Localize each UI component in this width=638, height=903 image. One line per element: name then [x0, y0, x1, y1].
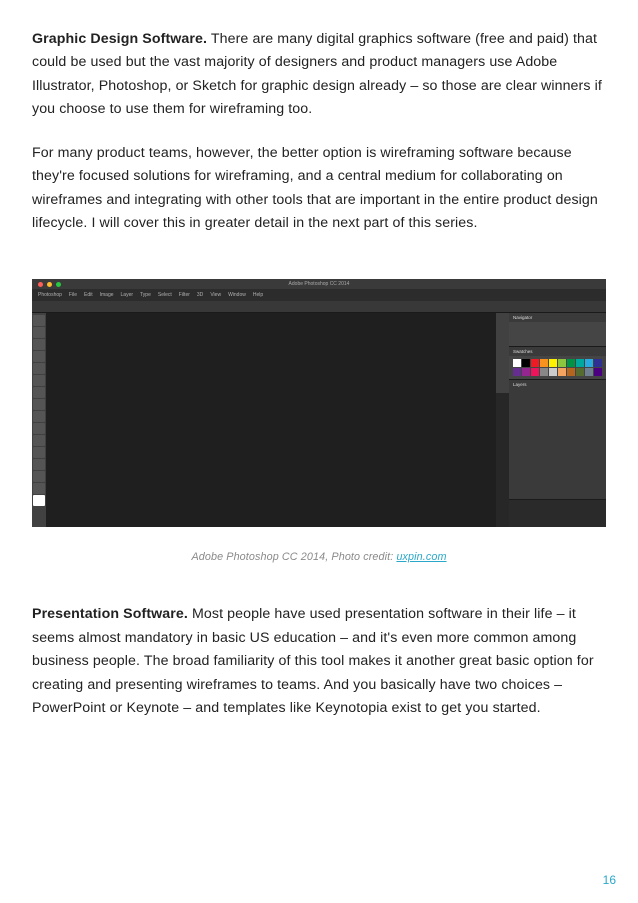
- eraser-tool-icon: [33, 411, 45, 422]
- swatch-icon: [576, 368, 584, 376]
- swatch-icon: [513, 359, 521, 367]
- swatch-icon: [558, 359, 566, 367]
- lasso-tool-icon: [33, 339, 45, 350]
- mac-close-icon: [38, 282, 43, 287]
- zoom-tool-icon: [33, 483, 45, 494]
- menu-item: Help: [253, 292, 263, 298]
- swatch-icon: [513, 368, 521, 376]
- layers-panel: Layers: [509, 380, 606, 500]
- paragraph-presentation-software: Presentation Software. Most people have …: [32, 603, 606, 720]
- navigator-panel: Navigator: [509, 313, 606, 347]
- swatch-icon: [567, 368, 575, 376]
- swatch-icon: [540, 368, 548, 376]
- lead-graphic-design: Graphic Design Software.: [32, 31, 207, 47]
- layers-panel-header: Layers: [509, 380, 606, 389]
- navigator-panel-body: [509, 322, 606, 346]
- caption-text: Adobe Photoshop CC 2014, Photo credit:: [191, 551, 396, 563]
- swatch-icon: [522, 359, 530, 367]
- menu-item: 3D: [197, 292, 203, 298]
- navigator-panel-header: Navigator: [509, 313, 606, 322]
- swatch-icon: [576, 359, 584, 367]
- swatch-icon: [531, 368, 539, 376]
- body-presentation: Most people have used presentation softw…: [32, 606, 594, 716]
- swatch-icon: [585, 368, 593, 376]
- mac-minimize-icon: [47, 282, 52, 287]
- options-bar: [32, 301, 606, 313]
- wand-tool-icon: [33, 351, 45, 362]
- right-panel-column: Navigator Swatches Layers: [509, 313, 606, 527]
- move-tool-icon: [33, 315, 45, 326]
- swatch-icon: [585, 359, 593, 367]
- swatch-icon: [594, 359, 602, 367]
- layers-panel-body: [509, 389, 606, 499]
- swatches-panel-header: Swatches: [509, 347, 606, 356]
- window-title: Adobe Photoshop CC 2014: [289, 281, 350, 287]
- swatch-icon: [540, 359, 548, 367]
- shape-tool-icon: [33, 459, 45, 470]
- tool-palette: [32, 313, 46, 527]
- mac-zoom-icon: [56, 282, 61, 287]
- swatch-grid: [513, 359, 602, 376]
- photoshop-screenshot: Adobe Photoshop CC 2014 Photoshop File E…: [32, 279, 606, 527]
- mac-window-bar: Adobe Photoshop CC 2014: [32, 279, 606, 289]
- type-tool-icon: [33, 447, 45, 458]
- marquee-tool-icon: [33, 327, 45, 338]
- menu-item: Photoshop: [38, 292, 62, 298]
- menu-item: View: [210, 292, 221, 298]
- canvas-area: [46, 313, 496, 527]
- paragraph-graphic-design: Graphic Design Software. There are many …: [32, 28, 606, 122]
- swatch-icon: [522, 368, 530, 376]
- collapsed-panel-strip: [496, 313, 509, 393]
- eyedropper-tool-icon: [33, 375, 45, 386]
- gradient-tool-icon: [33, 423, 45, 434]
- lead-presentation: Presentation Software.: [32, 606, 188, 622]
- paragraph-wireframing-option: For many product teams, however, the bet…: [32, 142, 606, 236]
- menu-item: Window: [228, 292, 246, 298]
- figure-caption: Adobe Photoshop CC 2014, Photo credit: u…: [32, 551, 606, 563]
- menu-item: Select: [158, 292, 172, 298]
- crop-tool-icon: [33, 363, 45, 374]
- swatches-panel-body: [509, 356, 606, 379]
- swatch-icon: [567, 359, 575, 367]
- menu-item: File: [69, 292, 77, 298]
- swatch-icon: [531, 359, 539, 367]
- foreground-color-icon: [33, 495, 45, 506]
- hand-tool-icon: [33, 471, 45, 482]
- menu-item: Type: [140, 292, 151, 298]
- menu-item: Filter: [179, 292, 190, 298]
- menu-item: Image: [100, 292, 114, 298]
- swatch-icon: [549, 368, 557, 376]
- caption-link[interactable]: uxpin.com: [396, 551, 446, 563]
- pen-tool-icon: [33, 435, 45, 446]
- menu-bar: Photoshop File Edit Image Layer Type Sel…: [32, 289, 606, 301]
- swatches-panel: Swatches: [509, 347, 606, 380]
- swatch-icon: [594, 368, 602, 376]
- page-number: 16: [603, 873, 616, 887]
- swatch-icon: [549, 359, 557, 367]
- brush-tool-icon: [33, 387, 45, 398]
- menu-item: Layer: [121, 292, 134, 298]
- menu-item: Edit: [84, 292, 93, 298]
- swatch-icon: [558, 368, 566, 376]
- stamp-tool-icon: [33, 399, 45, 410]
